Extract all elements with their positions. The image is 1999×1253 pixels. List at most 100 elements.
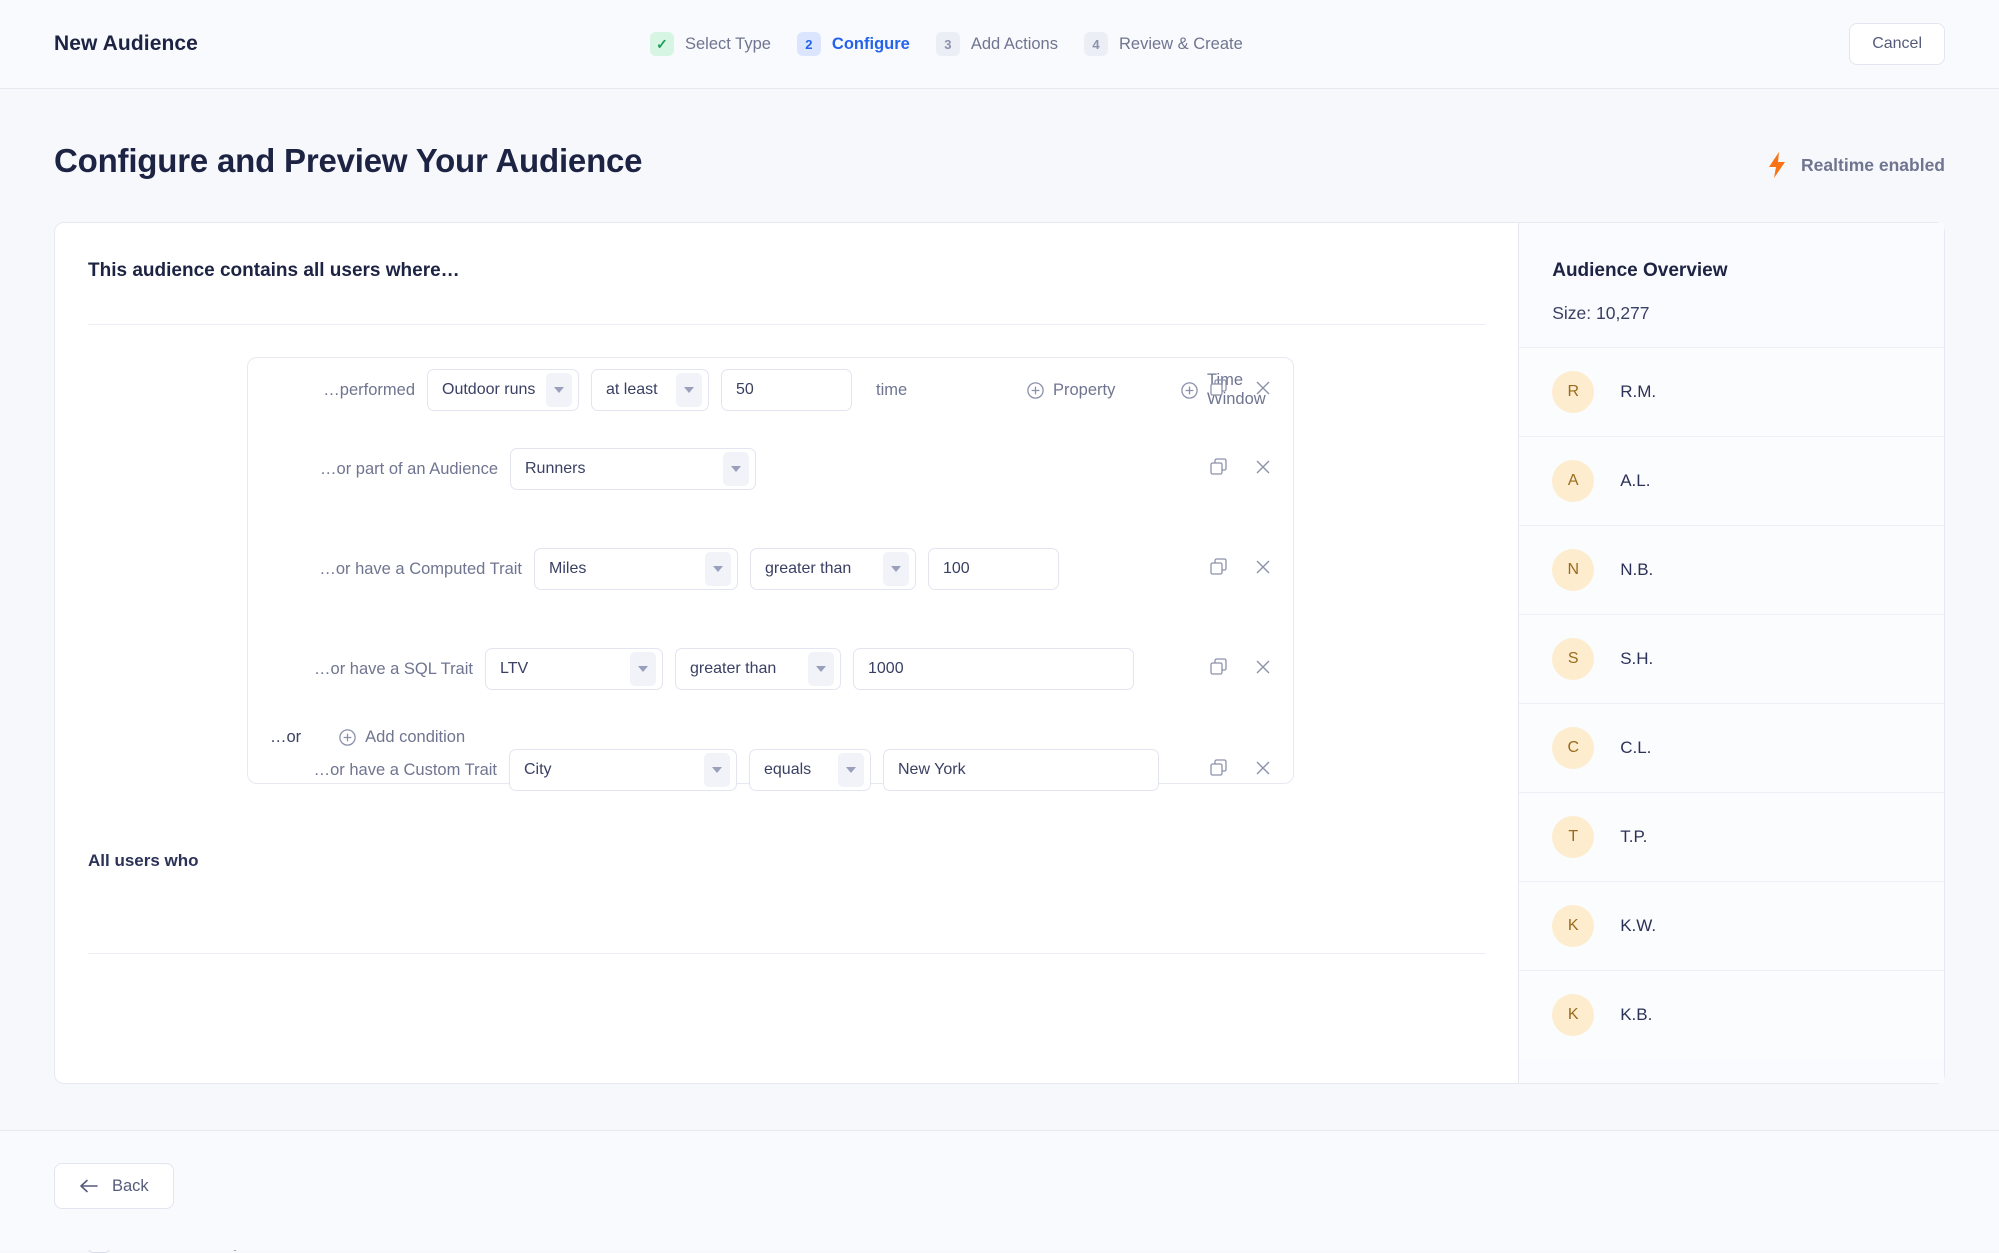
builder-section-title: This audience contains all users where… xyxy=(88,260,460,282)
add-property-label: Property xyxy=(1053,381,1115,400)
list-item[interactable]: K K.W. xyxy=(1519,881,1944,970)
row-tools xyxy=(1210,759,1271,781)
chevron-down-icon xyxy=(546,373,572,407)
step-number-badge-3: 3 xyxy=(936,32,960,56)
condition-row-custom-trait: …or have a Custom Trait City equals New … xyxy=(248,738,1295,802)
step-check-icon: ✓ xyxy=(650,32,674,56)
computed-trait-select-value: Miles xyxy=(549,560,586,578)
chevron-down-icon xyxy=(704,753,730,787)
list-item[interactable]: S S.H. xyxy=(1519,614,1944,703)
list-item[interactable]: N N.B. xyxy=(1519,525,1944,614)
person-name: A.L. xyxy=(1620,471,1650,491)
close-icon[interactable] xyxy=(1255,459,1271,480)
footer-bar: Back xyxy=(0,1130,1999,1250)
condition-prefix: …performed xyxy=(270,381,415,400)
sql-trait-select-value: LTV xyxy=(500,660,528,678)
chevron-down-icon xyxy=(630,652,656,686)
page-brand-title: New Audience xyxy=(54,32,198,56)
realtime-status: Realtime enabled xyxy=(1767,152,1945,178)
condition-prefix: …or have a SQL Trait xyxy=(270,660,473,679)
chevron-down-icon xyxy=(883,552,909,586)
condition-prefix: …or part of an Audience xyxy=(270,460,498,479)
plus-circle-icon xyxy=(339,729,356,746)
person-name: T.P. xyxy=(1620,827,1647,847)
chevron-down-icon xyxy=(705,552,731,586)
condition-prefix: …or have a Computed Trait xyxy=(270,560,522,579)
list-item[interactable]: T T.P. xyxy=(1519,792,1944,881)
bolt-icon xyxy=(1767,152,1787,178)
count-unit-label: time xyxy=(876,381,907,400)
sql-trait-select[interactable]: LTV xyxy=(485,648,663,690)
list-item[interactable]: A A.L. xyxy=(1519,436,1944,525)
list-item[interactable]: R R.M. xyxy=(1519,347,1944,436)
avatar: A xyxy=(1552,460,1594,502)
list-item[interactable]: K K.B. xyxy=(1519,970,1944,1059)
step-configure[interactable]: 2 Configure xyxy=(797,32,910,56)
event-select[interactable]: Outdoor runs xyxy=(427,369,579,411)
row-tools xyxy=(1210,558,1271,580)
or-connector-label: …or xyxy=(270,728,301,747)
duplicate-icon[interactable] xyxy=(1210,379,1227,401)
audience-overview-panel: Audience Overview Size: 10,277 R R.M. A … xyxy=(1518,223,1944,1083)
close-icon[interactable] xyxy=(1255,659,1271,680)
all-users-who-label: All users who xyxy=(88,851,199,871)
audience-select-value: Runners xyxy=(525,460,585,478)
add-property-button[interactable]: Property xyxy=(1027,381,1115,400)
list-item[interactable]: C C.L. xyxy=(1519,703,1944,792)
condition-row-computed-trait: …or have a Computed Trait Miles greater … xyxy=(248,537,1295,601)
step-label-select-type: Select Type xyxy=(685,35,771,54)
duplicate-icon[interactable] xyxy=(1210,759,1227,781)
avatar: T xyxy=(1552,816,1594,858)
step-number-badge-4: 4 xyxy=(1084,32,1108,56)
back-button[interactable]: Back xyxy=(54,1163,174,1209)
step-label-configure: Configure xyxy=(832,35,910,54)
divider-bottom xyxy=(88,953,1486,954)
avatar: R xyxy=(1552,371,1594,413)
condition-row-sql-trait: …or have a SQL Trait LTV greater than 10… xyxy=(248,637,1295,701)
cancel-button[interactable]: Cancel xyxy=(1849,23,1945,65)
computed-trait-select[interactable]: Miles xyxy=(534,548,738,590)
chevron-down-icon xyxy=(676,373,702,407)
add-condition-button[interactable]: Add condition xyxy=(339,728,465,747)
overview-title: Audience Overview xyxy=(1552,260,1727,282)
back-button-label: Back xyxy=(112,1177,149,1196)
audience-builder-card: This audience contains all users where… … xyxy=(54,222,1945,1084)
custom-trait-value-input[interactable]: New York xyxy=(883,749,1159,791)
sql-trait-value-input[interactable]: 1000 xyxy=(853,648,1134,690)
condition-prefix: …or have a Custom Trait xyxy=(270,761,497,780)
close-icon[interactable] xyxy=(1255,380,1271,401)
overview-people-list: R R.M. A A.L. N N.B. S S.H. C C.L. T T.P… xyxy=(1519,347,1944,1059)
custom-trait-operator-select[interactable]: equals xyxy=(749,749,871,791)
row-tools xyxy=(1210,458,1271,480)
audience-select[interactable]: Runners xyxy=(510,448,756,490)
computed-trait-operator-select[interactable]: greater than xyxy=(750,548,916,590)
custom-trait-select[interactable]: City xyxy=(509,749,737,791)
operator-select[interactable]: at least xyxy=(591,369,709,411)
add-condition-label: Add condition xyxy=(365,728,465,747)
step-select-type[interactable]: ✓ Select Type xyxy=(650,32,771,56)
person-name: R.M. xyxy=(1620,382,1656,402)
event-select-value: Outdoor runs xyxy=(442,381,535,399)
duplicate-icon[interactable] xyxy=(1210,558,1227,580)
avatar: N xyxy=(1552,549,1594,591)
person-name: C.L. xyxy=(1620,738,1651,758)
step-add-actions[interactable]: 3 Add Actions xyxy=(936,32,1058,56)
duplicate-icon[interactable] xyxy=(1210,458,1227,480)
duplicate-icon[interactable] xyxy=(1210,658,1227,680)
close-icon[interactable] xyxy=(1255,559,1271,580)
wizard-stepper: ✓ Select Type 2 Configure 3 Add Actions … xyxy=(650,32,1243,56)
plus-circle-icon xyxy=(1181,382,1198,399)
avatar: K xyxy=(1552,905,1594,947)
add-condition-row: …or Add condition xyxy=(270,728,465,747)
person-name: K.W. xyxy=(1620,916,1656,936)
custom-trait-select-value: City xyxy=(524,761,552,779)
close-icon[interactable] xyxy=(1255,760,1271,781)
sql-trait-operator-select[interactable]: greater than xyxy=(675,648,841,690)
chevron-down-icon xyxy=(838,753,864,787)
avatar: K xyxy=(1552,994,1594,1036)
count-input[interactable]: 50 xyxy=(721,369,852,411)
computed-trait-value-input[interactable]: 100 xyxy=(928,548,1059,590)
person-name: N.B. xyxy=(1620,560,1653,580)
realtime-label: Realtime enabled xyxy=(1801,155,1945,176)
step-review-create[interactable]: 4 Review & Create xyxy=(1084,32,1243,56)
